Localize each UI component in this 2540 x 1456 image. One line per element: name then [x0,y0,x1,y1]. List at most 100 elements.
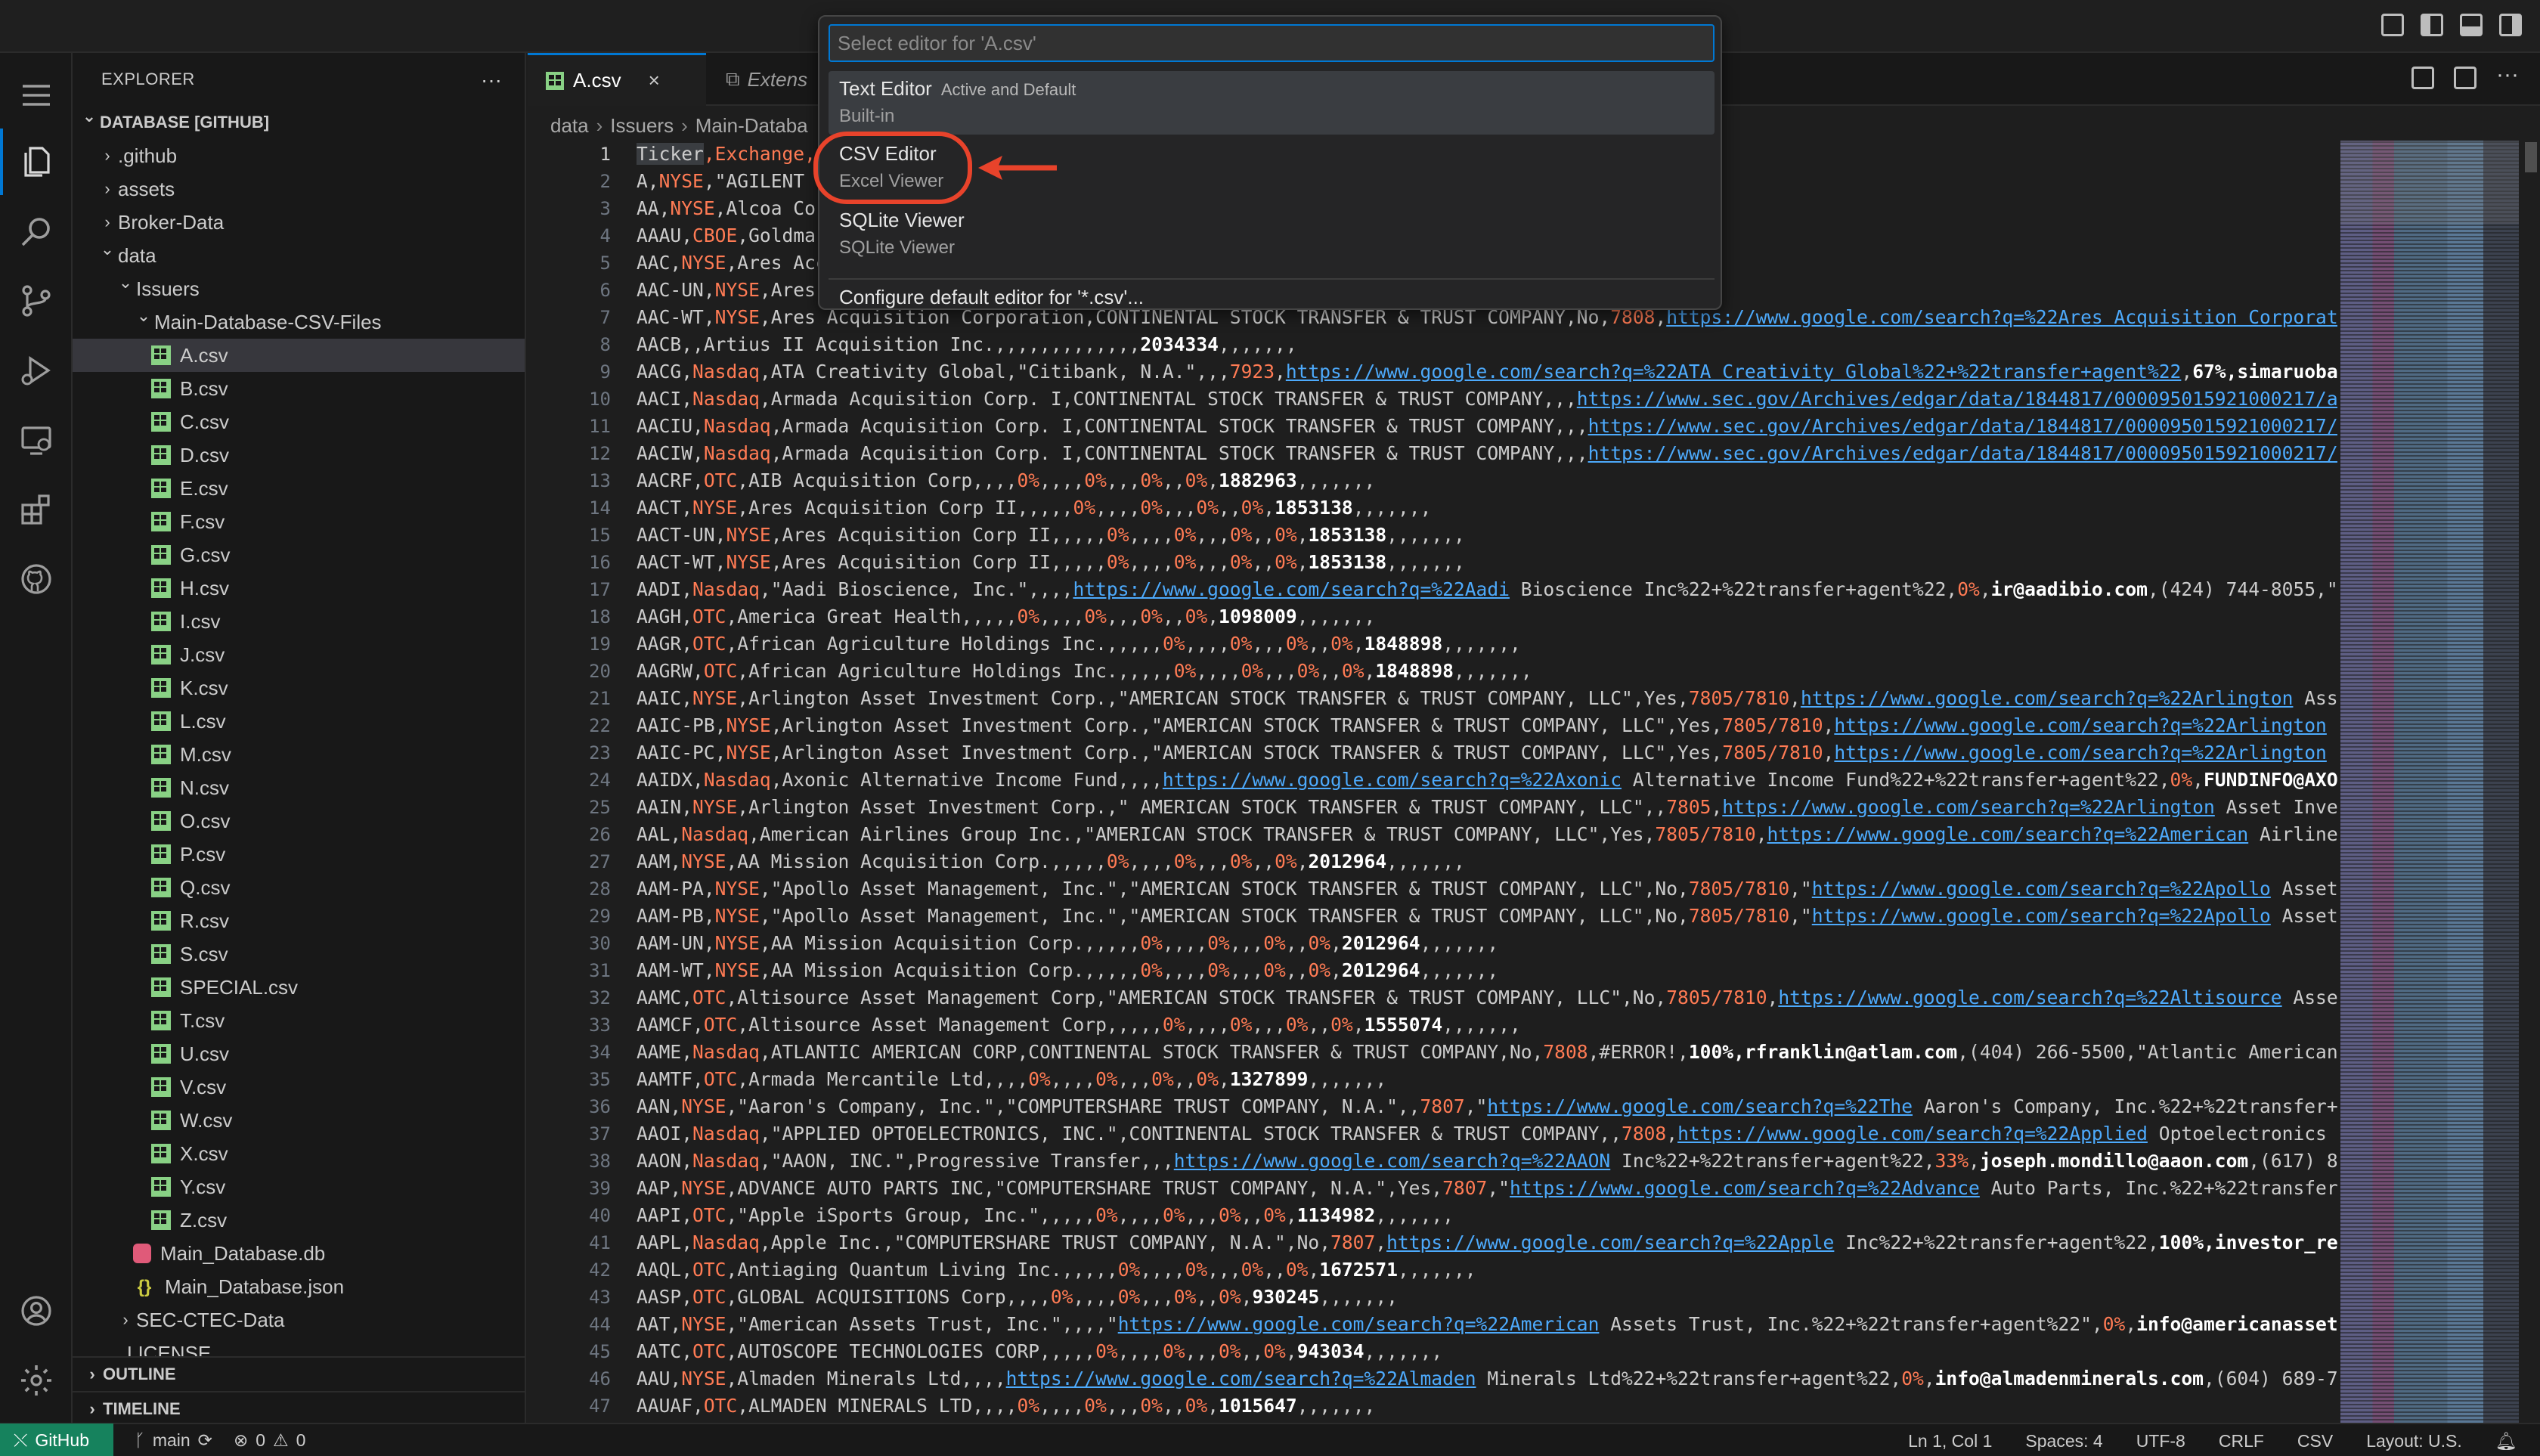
code-token[interactable]: https://www.google.com/search?q=%22Ares … [1666,306,2337,328]
code-line[interactable]: AAIC,NYSE,Arlington Asset Investment Cor… [637,685,2337,712]
code-token[interactable]: https://www.google.com/search?q=%22Aadi [1073,578,1509,600]
code-line[interactable]: AAN,NYSE,"Aaron's Company, Inc.","COMPUT… [637,1093,2337,1120]
code-line[interactable]: AACIU,Nasdaq,Armada Acquisition Corp. I,… [637,413,2337,440]
settings-gear-icon[interactable] [0,1347,73,1414]
code-token[interactable]: https://www.google.com/search?q=%22Apoll… [1812,878,2271,900]
code-token[interactable]: https://www.google.com/search?q=%22Ameri… [1118,1313,1600,1335]
tree-item[interactable]: M.csv [73,738,525,771]
code-token[interactable]: https://www.google.com/search?q=%22Arlin… [1834,742,2327,764]
tree-item[interactable]: U.csv [73,1037,525,1070]
code-token[interactable]: https://www.google.com/search?q=%22Appli… [1677,1123,2148,1145]
vertical-scrollbar[interactable] [2522,141,2540,1423]
tree-item[interactable]: B.csv [73,372,525,405]
timeline-section[interactable]: › TIMELINE [73,1391,525,1426]
close-icon[interactable]: × [649,69,660,92]
extensions-icon[interactable] [0,476,73,543]
explorer-more-actions-icon[interactable]: ··· [481,68,502,92]
code-line[interactable]: AAIC-PC,NYSE,Arlington Asset Investment … [637,739,2337,767]
menu-icon[interactable] [0,62,73,129]
code-line[interactable]: AADI,Nasdaq,"Aadi Bioscience, Inc.",,,,h… [637,576,2337,603]
tree-item[interactable]: R.csv [73,904,525,937]
tree-item[interactable]: V.csv [73,1070,525,1104]
tree-item[interactable]: N.csv [73,771,525,804]
code-line[interactable]: AAIC-PB,NYSE,Arlington Asset Investment … [637,712,2337,739]
tree-item[interactable]: O.csv [73,804,525,838]
encoding[interactable]: UTF-8 [2136,1431,2185,1451]
tab-extensions[interactable]: ⧉ Extens [708,53,807,106]
tree-item[interactable]: S.csv [73,937,525,971]
quick-pick-item-sqlite-viewer[interactable]: SQLite Viewer SQLite Viewer [829,203,1714,266]
code-line[interactable]: AACIW,Nasdaq,Armada Acquisition Corp. I,… [637,440,2337,467]
code-token[interactable]: https://www.google.com/search?q=%22Arlin… [1834,714,2327,736]
code-line[interactable]: AAPL,Nasdaq,Apple Inc.,"COMPUTERSHARE TR… [637,1229,2337,1256]
tree-item[interactable]: DATABASE [GITHUB] [73,106,525,139]
run-debug-icon[interactable] [0,337,73,404]
customize-layout-icon[interactable] [2381,14,2404,36]
code-line[interactable]: AAGRW,OTC,African Agriculture Holdings I… [637,658,2337,685]
sync-icon[interactable]: ⟳ [198,1430,212,1451]
tree-item[interactable]: SPECIAL.csv [73,971,525,1004]
toggle-panel-icon[interactable] [2460,14,2483,36]
tree-item[interactable]: F.csv [73,505,525,538]
tree-item[interactable]: E.csv [73,472,525,505]
tree-item[interactable]: C.csv [73,405,525,438]
code-line[interactable]: AAUAF,OTC,ALMADEN MINERALS LTD,,,,0%,,,,… [637,1392,2337,1420]
tree-item[interactable]: assets [73,172,525,206]
breadcrumb-item[interactable]: Main-Databa [695,114,808,138]
quick-pick-item-text-editor[interactable]: Text Editor Active and Default Built-in [829,71,1714,135]
code-line[interactable]: AAM-UN,NYSE,AA Mission Acquisition Corp.… [637,930,2337,957]
code-token[interactable]: https://www.google.com/search?q=%22Apple [1386,1231,1834,1253]
search-icon[interactable] [0,198,73,265]
language-mode[interactable]: CSV [2297,1431,2333,1451]
code-line[interactable]: AACT-WT,NYSE,Ares Acquisition Corp II,,,… [637,549,2337,576]
code-token[interactable]: https://www.google.com/search?q=%22Ameri… [1767,823,2249,845]
code-line[interactable]: AAMCF,OTC,Altisource Asset Management Co… [637,1011,2337,1039]
code-line[interactable]: AAIN,NYSE,Arlington Asset Investment Cor… [637,794,2337,821]
tree-item[interactable]: D.csv [73,438,525,472]
code-line[interactable]: AAGH,OTC,America Great Health,,,,,0%,,,,… [637,603,2337,630]
tree-item[interactable]: Broker-Data [73,206,525,239]
notifications-bell-icon[interactable]: 🔔︎ [2495,1431,2517,1451]
problems-indicator[interactable]: ⊗ 0 ⚠ 0 [234,1430,306,1451]
toggle-primary-sidebar-icon[interactable] [2421,14,2443,36]
code-token[interactable]: https://www.sec.gov/Archives/edgar/data/… [1577,388,2337,410]
tab-a-csv[interactable]: A.csv × [528,53,706,106]
indentation[interactable]: Spaces: 4 [2025,1431,2102,1451]
tree-item[interactable]: X.csv [73,1137,525,1170]
code-line[interactable]: AAP,NYSE,ADVANCE AUTO PARTS INC,"COMPUTE… [637,1175,2337,1202]
explorer-icon[interactable] [0,129,73,195]
code-token[interactable]: https://www.google.com/search?q=%22Arlin… [1801,687,2294,709]
code-token[interactable]: https://www.google.com/search?q=%22AAON [1174,1150,1610,1172]
code-line[interactable]: AAOI,Nasdaq,"APPLIED OPTOELECTRONICS, IN… [637,1120,2337,1148]
code-line[interactable]: AACG,Nasdaq,ATA Creativity Global,"Citib… [637,358,2337,386]
minimap-slider[interactable] [2340,141,2519,224]
code-token[interactable]: https://www.sec.gov/Archives/edgar/data/… [1588,442,2337,464]
code-line[interactable]: AAGR,OTC,African Agriculture Holdings In… [637,630,2337,658]
tree-item[interactable]: K.csv [73,671,525,705]
tree-item[interactable]: I.csv [73,605,525,638]
code-token[interactable]: https://www.google.com/search?q=%22Almad… [1006,1368,1476,1389]
tree-item[interactable]: T.csv [73,1004,525,1037]
tree-item[interactable]: Q.csv [73,871,525,904]
more-actions-icon[interactable]: ··· [2496,64,2519,89]
code-line[interactable]: AACRF,OTC,AIB Acquisition Corp,,,,0%,,,,… [637,467,2337,494]
cursor-position[interactable]: Ln 1, Col 1 [1908,1431,1992,1451]
code-line[interactable]: AASP,OTC,GLOBAL ACQUISITIONS Corp,,,,0%,… [637,1284,2337,1311]
code-line[interactable]: AACT-UN,NYSE,Ares Acquisition Corp II,,,… [637,522,2337,549]
tree-item[interactable]: .github [73,139,525,172]
outline-section[interactable]: › OUTLINE [73,1356,525,1391]
branch-indicator[interactable]: ᚴ main ⟳ [135,1430,212,1451]
code-line[interactable]: AACT,NYSE,Ares Acquisition Corp II,,,,,0… [637,494,2337,522]
code-line[interactable]: AAME,Nasdaq,ATLANTIC AMERICAN CORP,CONTI… [637,1039,2337,1066]
tree-item[interactable]: data [73,239,525,272]
code-line[interactable]: AAMTF,OTC,Armada Mercantile Ltd,,,,0%,,,… [637,1066,2337,1093]
tree-item[interactable]: H.csv [73,572,525,605]
code-line[interactable]: AAM,NYSE,AA Mission Acquisition Corp.,,,… [637,848,2337,875]
code-line[interactable]: AAIDX,Nasdaq,Axonic Alternative Income F… [637,767,2337,794]
code-line[interactable]: AAM-PA,NYSE,"Apollo Asset Management, In… [637,875,2337,903]
tree-item[interactable]: Z.csv [73,1204,525,1237]
breadcrumb-item[interactable]: Issuers [610,114,674,138]
code-token[interactable]: https://www.google.com/search?q=%22ATA C… [1286,361,2182,383]
tree-item[interactable]: SEC-CTEC-Data [73,1303,525,1337]
github-icon[interactable] [0,546,73,612]
